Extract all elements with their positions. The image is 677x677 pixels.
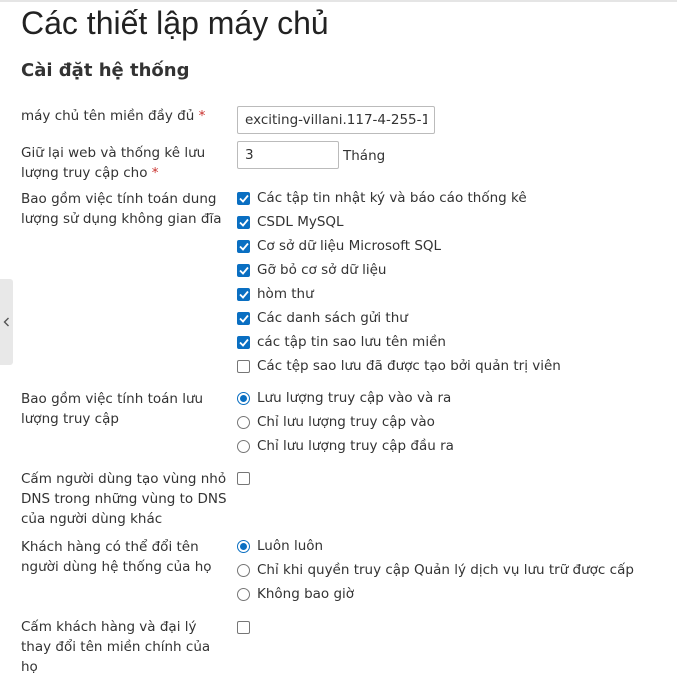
top-border [0,0,677,2]
radio-button[interactable] [237,439,250,453]
required-mark: * [198,108,206,124]
option-label: Không bao giờ [257,586,355,602]
radio-button[interactable] [237,539,250,553]
checkbox[interactable] [237,335,250,349]
check-icon [238,314,249,323]
option-label: Cơ sở dữ liệu Microsoft SQL [257,238,442,254]
rename-option-never[interactable]: Không bao giờ [237,584,354,604]
option-label: Chỉ khi quyền truy cập Quản lý dịch vụ l… [257,562,634,578]
traffic-option-out[interactable]: Chỉ lưu lượng truy cập đầu ra [237,436,454,456]
option-label: Luôn luôn [257,538,324,554]
option-label: Các tập tin nhật ký và báo cáo thống kê [257,190,527,206]
radio-button[interactable] [237,563,250,577]
retention-label: Giữ lại web và thống kê lưu lượng truy c… [21,143,231,183]
checkbox[interactable] [237,311,250,325]
option-label: CSDL MySQL [257,214,344,230]
required-mark: * [151,165,159,181]
option-label: Các danh sách gửi thư [257,310,408,326]
check-icon [238,290,249,299]
option-label: Các tệp sao lưu đã được tạo bởi quản trị… [257,358,561,374]
radio-button[interactable] [237,415,250,429]
checkbox[interactable] [237,263,250,277]
forbid-rename-domain-checkbox[interactable] [237,620,250,634]
hostname-label: máy chủ tên miền đầy đủ * [21,106,231,126]
check-icon [238,194,249,203]
retention-unit: Tháng [343,148,386,164]
radio-button[interactable] [237,587,250,601]
disk-option-mssql[interactable]: Cơ sở dữ liệu Microsoft SQL [237,236,441,256]
retention-label-text: Giữ lại web và thống kê lưu lượng truy c… [21,145,206,181]
check-icon [238,266,249,275]
checkbox[interactable] [237,239,250,253]
disk-option-remove-db[interactable]: Gỡ bỏ cơ sở dữ liệu [237,260,386,280]
retention-input[interactable] [237,141,339,169]
disk-usage-label: Bao gồm việc tính toán dung lượng sử dụn… [21,191,222,227]
checkbox[interactable] [237,287,250,301]
checkbox[interactable] [237,359,250,373]
option-label: Gỡ bỏ cơ sở dữ liệu [257,262,387,278]
hostname-label-text: máy chủ tên miền đầy đủ [21,108,195,124]
disk-option-admin-backups[interactable]: Các tệp sao lưu đã được tạo bởi quản trị… [237,356,561,376]
dns-subzone-checkbox[interactable] [237,471,250,485]
dns-subzone-label: Cấm người dùng tạo vùng nhỏ DNS trong nh… [21,471,227,527]
dns-subzone-option[interactable] [237,468,257,488]
forbid-rename-domain-label: Cấm khách hàng và đại lý thay đổi tên mi… [21,619,211,675]
check-icon [238,218,249,227]
disk-option-mailbox[interactable]: hòm thư [237,284,314,304]
traffic-option-in[interactable]: Chỉ lưu lượng truy cập vào [237,412,435,432]
section-title: Cài đặt hệ thống [21,60,190,81]
option-label: Chỉ lưu lượng truy cập vào [257,414,435,430]
option-label: hòm thư [257,286,314,302]
check-icon [238,242,249,251]
disk-option-mailing-lists[interactable]: Các danh sách gửi thư [237,308,408,328]
option-label: Lưu lượng truy cập vào và ra [257,390,452,406]
rename-option-hosting-access[interactable]: Chỉ khi quyền truy cập Quản lý dịch vụ l… [237,560,634,580]
disk-option-logs[interactable]: Các tập tin nhật ký và báo cáo thống kê [237,188,527,208]
option-label: các tập tin sao lưu tên miền [257,334,446,350]
rename-users-label: Khách hàng có thể đổi tên người dùng hệ … [21,539,212,575]
disk-option-mysql[interactable]: CSDL MySQL [237,212,344,232]
checkbox[interactable] [237,215,250,229]
sidebar-toggle[interactable] [0,279,13,365]
traffic-label: Bao gồm việc tính toán lưu lượng truy cậ… [21,391,204,427]
hostname-input[interactable] [237,106,435,134]
disk-option-domain-backups[interactable]: các tập tin sao lưu tên miền [237,332,446,352]
traffic-option-in-out[interactable]: Lưu lượng truy cập vào và ra [237,388,451,408]
chevron-left-icon [3,317,9,327]
option-label: Chỉ lưu lượng truy cập đầu ra [257,438,454,454]
radio-button[interactable] [237,391,250,405]
rename-option-always[interactable]: Luôn luôn [237,536,323,556]
page-title: Các thiết lập máy chủ [21,5,329,41]
forbid-rename-domain-option[interactable] [237,617,257,637]
check-icon [238,338,249,347]
checkbox[interactable] [237,191,250,205]
